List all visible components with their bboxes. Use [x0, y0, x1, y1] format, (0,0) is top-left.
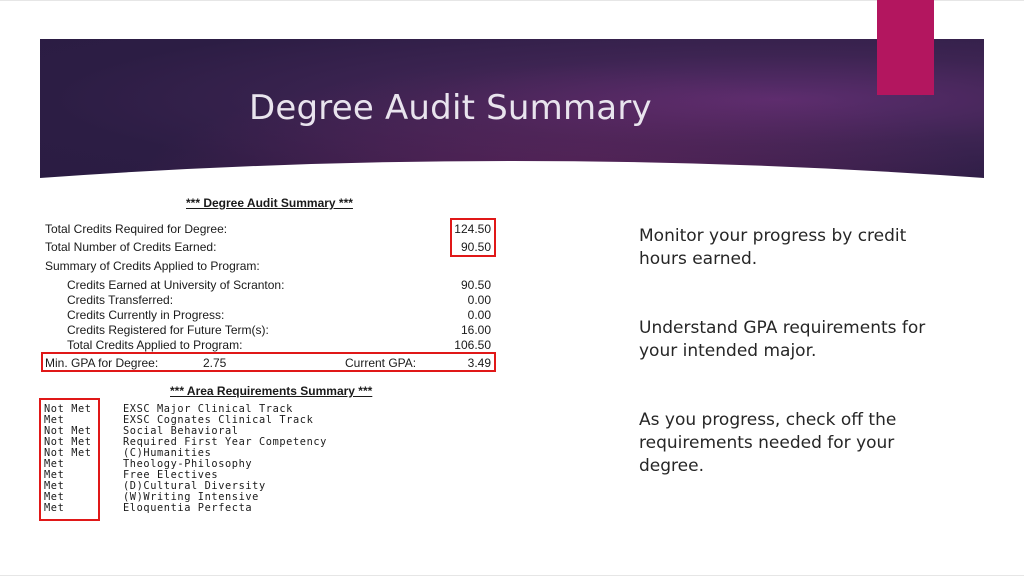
- top-rule: [0, 0, 1024, 1]
- audit-subrow-label: Credits Earned at University of Scranton…: [67, 278, 285, 292]
- min-gpa-label: Min. GPA for Degree:: [45, 356, 159, 370]
- min-gpa-value: 2.75: [203, 356, 227, 370]
- slide-title: Degree Audit Summary: [249, 88, 652, 128]
- audit-subrow-label: Total Credits Applied to Program:: [67, 338, 243, 352]
- audit-subrow-value: 106.50: [454, 338, 491, 352]
- audit-heading: *** Degree Audit Summary ***: [186, 196, 353, 210]
- banner-curve: [40, 161, 984, 190]
- current-gpa-label: Current GPA:: [345, 356, 417, 370]
- note-check-requirements: As you progress, check off the requireme…: [639, 410, 897, 476]
- requirement-status: Met: [44, 502, 65, 514]
- area-heading: *** Area Requirements Summary ***: [170, 384, 373, 398]
- current-gpa-value: 3.49: [467, 356, 491, 370]
- requirement-name: Eloquentia Perfecta: [123, 502, 253, 514]
- audit-subrow-label: Credits Currently in Progress:: [67, 308, 225, 322]
- note-gpa-requirements: Understand GPA requirements for your int…: [639, 318, 926, 361]
- audit-subrow-label: Credits Registered for Future Term(s):: [67, 323, 269, 337]
- accent-tab: [877, 0, 934, 95]
- audit-subrow-value: 0.00: [467, 293, 491, 307]
- credits-highlight-box: [450, 218, 496, 257]
- audit-subrow-value: 90.50: [460, 278, 491, 292]
- note-credit-progress: Monitor your progress by credit hours ea…: [639, 226, 907, 269]
- audit-row-label: Total Credits Required for Degree:: [45, 222, 228, 236]
- audit-row-label: Summary of Credits Applied to Program:: [45, 259, 260, 273]
- audit-row-label: Total Number of Credits Earned:: [45, 240, 217, 254]
- audit-subrow-label: Credits Transferred:: [67, 293, 174, 307]
- audit-subrow-value: 16.00: [460, 323, 491, 337]
- degree-audit-document: *** Degree Audit Summary *** Total Credi…: [38, 193, 508, 523]
- audit-subrow-value: 0.00: [467, 308, 491, 322]
